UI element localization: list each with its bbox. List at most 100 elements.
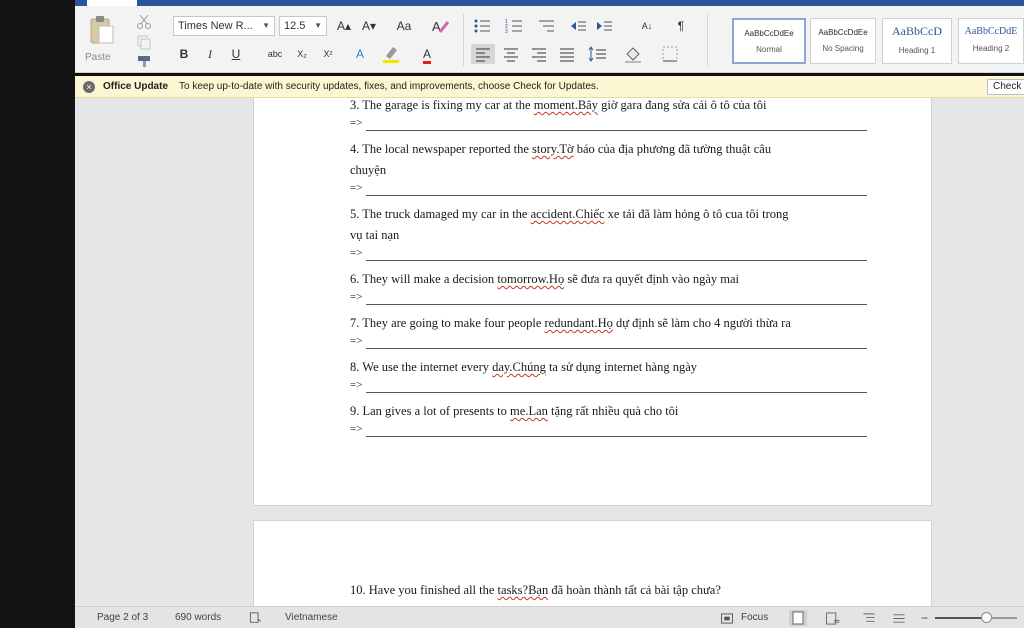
doc-text: chuyện [350, 163, 387, 177]
answer-blank[interactable] [366, 195, 867, 196]
doc-line[interactable]: 5. The truck damaged my car in the accid… [350, 207, 789, 222]
answer-line[interactable]: => [350, 423, 867, 437]
spelling-error-text: day.Chúng [492, 360, 546, 374]
increase-indent-icon[interactable] [593, 16, 615, 36]
answer-line[interactable]: => [350, 379, 867, 393]
numbered-list-icon[interactable]: 123 [503, 16, 525, 36]
bold-button[interactable]: B [173, 44, 195, 64]
font-color-button[interactable]: A [415, 44, 439, 64]
style-name: Heading 2 [972, 44, 1010, 53]
answer-blank[interactable] [366, 348, 867, 349]
answer-line[interactable]: => [350, 335, 867, 349]
paste-icon[interactable] [89, 15, 115, 45]
grow-font-button[interactable]: A▴ [333, 16, 355, 36]
bullet-list-icon[interactable] [471, 16, 493, 36]
multilevel-list-icon[interactable] [535, 16, 557, 36]
subscript-button[interactable]: X₂ [291, 44, 313, 64]
document-page[interactable]: 10. Have you finished all the tasks?Bạn … [253, 520, 932, 606]
font-size-select[interactable]: 12.5 ▼ [279, 16, 327, 36]
doc-line[interactable]: 4. The local newspaper reported the stor… [350, 142, 771, 157]
doc-line[interactable]: 9. Lan gives a lot of presents to me.Lan… [350, 404, 678, 419]
draft-view-icon[interactable] [891, 612, 907, 625]
doc-line[interactable]: 8. We use the internet every day.Chúng t… [350, 360, 697, 375]
answer-blank[interactable] [366, 304, 867, 305]
style-no-spacing[interactable]: AaBbCcDdEe No Spacing [810, 18, 876, 64]
doc-line[interactable]: 7. They are going to make four people re… [350, 316, 791, 331]
doc-text: tặng rất nhiều quà cho tôi [547, 404, 679, 418]
sort-button[interactable]: A↓ [635, 16, 659, 36]
justify-icon[interactable] [555, 44, 579, 64]
check-for-updates-button[interactable]: Check for Updates [987, 79, 1024, 95]
style-heading-2[interactable]: AaBbCcDdE Heading 2 [958, 18, 1024, 64]
zoom-slider-thumb[interactable] [980, 612, 992, 623]
style-heading-1[interactable]: AaBbCcD Heading 1 [882, 18, 952, 64]
zoom-out-button[interactable]: − [921, 607, 928, 628]
language-indicator[interactable]: Vietnamese [285, 607, 338, 628]
shrink-font-button[interactable]: A▾ [358, 16, 380, 36]
answer-blank[interactable] [366, 436, 867, 437]
cut-copy-format-icons[interactable] [133, 12, 155, 68]
doc-line[interactable]: chuyện [350, 163, 386, 178]
close-circle-icon[interactable]: × [83, 81, 95, 93]
outline-view-icon[interactable] [861, 612, 877, 625]
font-name-select[interactable]: Times New R... ▼ [173, 16, 275, 36]
answer-arrow: => [350, 182, 363, 194]
page-count[interactable]: Page 2 of 3 [97, 607, 148, 628]
doc-text: 4. The local newspaper reported the [350, 142, 532, 156]
doc-line[interactable]: vụ tai nạn [350, 228, 399, 243]
document-page[interactable]: 3. The garage is fixing my car at the mo… [253, 98, 932, 506]
italic-button[interactable]: I [199, 44, 221, 64]
chevron-down-icon: ▼ [314, 21, 322, 30]
decrease-indent-icon[interactable] [567, 16, 589, 36]
answer-blank[interactable] [366, 130, 867, 131]
cut-icon [137, 14, 151, 29]
doc-text: ta sử dụng internet hàng ngày [545, 360, 698, 374]
style-sample: AaBbCcDdEe [818, 28, 868, 37]
word-count[interactable]: 690 words [175, 607, 221, 628]
clipboard-group: Paste [83, 10, 158, 70]
focus-icon[interactable] [720, 613, 734, 624]
focus-label[interactable]: Focus [741, 607, 768, 628]
proofing-icon[interactable] [249, 612, 262, 624]
align-left-button[interactable] [471, 44, 495, 64]
line-spacing-icon[interactable] [585, 44, 611, 64]
ribbon-home: Paste Times New R... ▼ 12.5 ▼ A▴ A▾ Aa A… [75, 6, 1024, 73]
font-color-label: A [422, 47, 431, 64]
doc-line[interactable]: 10. Have you finished all the tasks?Bạn … [350, 583, 721, 598]
zoom-slider[interactable] [935, 612, 1017, 623]
clear-formatting-icon[interactable]: A [429, 16, 451, 36]
align-right-icon[interactable] [527, 44, 551, 64]
answer-arrow: => [350, 379, 363, 391]
doc-line[interactable]: 6. They will make a decision tomorrow.Họ… [350, 272, 739, 287]
spelling-error-text: moment.Bây [533, 98, 598, 112]
print-layout-icon[interactable] [787, 610, 809, 626]
answer-arrow: => [350, 117, 363, 129]
align-center-icon[interactable] [499, 44, 523, 64]
answer-blank[interactable] [366, 260, 867, 261]
office-update-banner: × Office Update To keep up-to-date with … [75, 76, 1024, 98]
text-effects-button[interactable]: A [349, 44, 371, 64]
answer-blank[interactable] [366, 392, 867, 393]
chevron-down-icon: ▼ [262, 21, 270, 30]
style-sample: AaBbCcD [892, 24, 942, 38]
strikethrough-button[interactable]: abc [263, 44, 287, 64]
superscript-button[interactable]: X² [317, 44, 339, 64]
show-formatting-button[interactable]: ¶ [671, 16, 691, 36]
align-left-icon [476, 48, 490, 62]
style-name: Normal [756, 45, 782, 54]
answer-line[interactable]: => [350, 291, 867, 305]
doc-line[interactable]: 3. The garage is fixing my car at the mo… [350, 98, 767, 113]
answer-line[interactable]: => [350, 117, 867, 131]
copy-icon [137, 35, 151, 50]
underline-button[interactable]: U [225, 44, 247, 64]
highlighter-icon[interactable] [379, 44, 403, 64]
change-case-button[interactable]: Aa [391, 16, 417, 36]
answer-line[interactable]: => [350, 247, 867, 261]
answer-line[interactable]: => [350, 182, 867, 196]
style-normal[interactable]: AaBbCcDdEe Normal [732, 18, 806, 64]
spelling-error-text: redundant.Họ [544, 316, 613, 330]
borders-icon[interactable] [659, 44, 683, 64]
web-layout-icon[interactable] [825, 612, 841, 625]
shading-icon[interactable] [621, 44, 645, 64]
document-canvas[interactable]: 3. The garage is fixing my car at the mo… [75, 98, 1024, 606]
